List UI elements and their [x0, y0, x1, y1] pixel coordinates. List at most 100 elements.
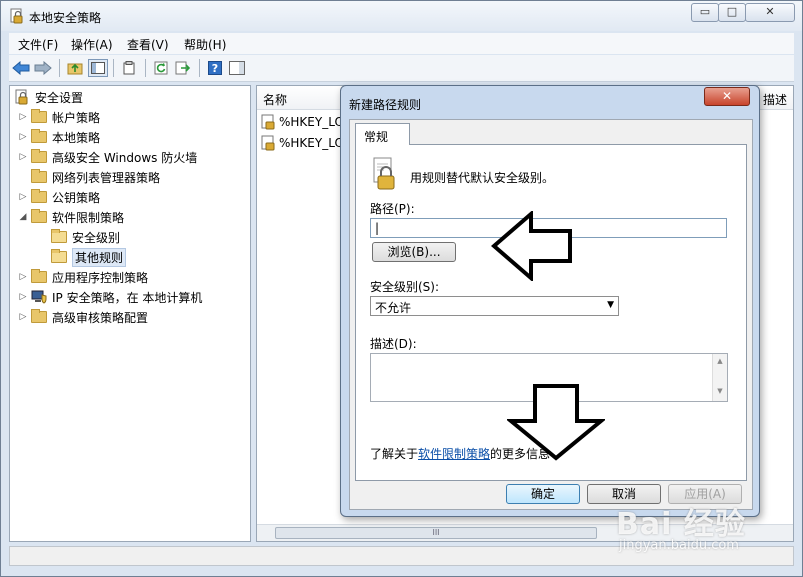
scroll-down-icon[interactable]: ▼	[713, 387, 727, 395]
tree-item-label-selected: 其他规则	[72, 247, 127, 267]
back-arrow-icon[interactable]	[11, 59, 31, 77]
expand-icon[interactable]: ▷	[18, 152, 28, 162]
tree-item-label: 安全级别	[72, 230, 121, 245]
path-rule-icon	[261, 135, 275, 151]
tree-item-public-key-policies[interactable]: ▷ 公钥策略	[18, 188, 100, 206]
expand-icon[interactable]: ▷	[18, 292, 28, 302]
tree-item-security-levels[interactable]: 安全级别	[38, 228, 120, 246]
security-level-label: 安全级别(S):	[370, 280, 440, 294]
learn-more-prefix: 了解关于	[370, 447, 419, 461]
software-restriction-link[interactable]: 软件限制策略	[418, 447, 490, 461]
watermark-brand: Bai 经验	[616, 507, 746, 542]
scroll-up-icon[interactable]: ▲	[713, 357, 727, 365]
refresh-icon[interactable]	[151, 59, 171, 77]
tree-item-label: 应用程序控制策略	[52, 270, 149, 285]
menu-action[interactable]: 操作(A)	[71, 36, 113, 53]
folder-icon	[31, 149, 47, 163]
svg-text:?: ?	[212, 62, 218, 75]
security-level-select[interactable]: 不允许 ▼	[370, 296, 619, 316]
tree-root-label: 安全设置	[35, 90, 84, 105]
maximize-button[interactable]: □	[718, 3, 746, 22]
toolbar: ?	[9, 55, 794, 82]
browse-button[interactable]: 浏览(B)...	[372, 242, 456, 262]
folder-icon	[31, 269, 47, 283]
expand-icon[interactable]: ▷	[18, 192, 28, 202]
tree-item-network-list-manager[interactable]: 网络列表管理器策略	[18, 168, 160, 186]
tree-item-local-policies[interactable]: ▷ 本地策略	[18, 128, 100, 146]
dialog-close-button[interactable]: ✕	[704, 87, 750, 106]
path-rule-icon	[261, 114, 275, 130]
security-level-value: 不允许	[375, 301, 412, 315]
lock-folder-icon	[31, 109, 47, 123]
tree-item-label: 网络列表管理器策略	[52, 170, 161, 185]
watermark-url: jingyan.baidu.com	[619, 538, 739, 553]
title-bar[interactable]: 本地安全策略 ▭ □ ✕	[1, 1, 802, 31]
dropdown-arrow-icon[interactable]: ▼	[607, 300, 614, 310]
properties-icon[interactable]	[119, 59, 139, 77]
tree-item-label: 高级安全 Windows 防火墙	[52, 150, 198, 165]
list-item[interactable]: %HKEY_LO	[261, 134, 344, 152]
down-arrow-annotation-icon	[507, 384, 605, 461]
expand-icon[interactable]: ▷	[18, 272, 28, 282]
intro-text: 用规则替代默认安全级别。	[410, 171, 555, 185]
menu-help[interactable]: 帮助(H)	[184, 36, 226, 53]
description-label: 描述(D):	[370, 337, 417, 351]
collapse-icon[interactable]: ◢	[18, 212, 28, 222]
folder-icon	[51, 249, 67, 263]
tree-item-windows-firewall[interactable]: ▷ 高级安全 Windows 防火墙	[18, 148, 197, 166]
help-icon[interactable]: ?	[205, 59, 225, 77]
toolbar-separator	[113, 59, 114, 77]
vertical-scrollbar[interactable]: ▲ ▼	[712, 354, 727, 401]
forward-arrow-icon[interactable]	[33, 59, 53, 77]
tree-item-label: IP 安全策略，在 本地计算机	[52, 290, 203, 305]
lock-folder-icon	[31, 129, 47, 143]
tree-item-label: 帐户策略	[52, 110, 101, 125]
column-description-header[interactable]: 描述	[763, 91, 787, 108]
list-item-name: %HKEY_LO	[279, 115, 344, 129]
expand-icon[interactable]: ▷	[18, 112, 28, 122]
list-item[interactable]: %HKEY_LO	[261, 113, 344, 131]
security-settings-icon	[15, 89, 28, 105]
dialog-title: 新建路径规则	[349, 98, 422, 112]
tree-root-security-settings[interactable]: 安全设置	[14, 88, 83, 106]
tree-item-software-restriction[interactable]: ◢ 软件限制策略	[18, 208, 124, 226]
tree-item-additional-rules[interactable]: 其他规则	[38, 247, 127, 267]
console-tree: 安全设置 ▷ 帐户策略 ▷ 本地策略 ▷ 高级安全 Windows 防火墙 网络…	[9, 85, 251, 542]
show-hide-tree-icon[interactable]	[88, 59, 108, 77]
menu-file[interactable]: 文件(F)	[18, 36, 58, 53]
toolbar-separator	[199, 59, 200, 77]
expand-icon[interactable]: ▷	[18, 312, 28, 322]
column-name-header[interactable]: 名称	[263, 91, 287, 108]
minimize-button[interactable]: ▭	[691, 3, 719, 22]
expand-icon[interactable]: ▷	[18, 132, 28, 142]
tree-item-advanced-audit[interactable]: ▷ 高级审核策略配置	[18, 308, 148, 326]
menu-bar: 文件(F) 操作(A) 查看(V) 帮助(H)	[9, 33, 794, 54]
tree-item-account-policies[interactable]: ▷ 帐户策略	[18, 108, 100, 126]
export-list-icon[interactable]	[173, 59, 193, 77]
local-security-policy-icon	[10, 8, 23, 24]
tree-item-label: 公钥策略	[52, 190, 101, 205]
tree-item-label: 高级审核策略配置	[52, 310, 149, 325]
show-action-pane-icon[interactable]	[227, 59, 247, 77]
folder-icon	[31, 309, 47, 323]
toolbar-separator	[59, 59, 60, 77]
tree-item-label: 软件限制策略	[52, 210, 125, 225]
lock-document-icon	[373, 157, 395, 190]
tree-item-label: 本地策略	[52, 130, 101, 145]
folder-icon	[31, 169, 47, 183]
tree-item-ip-security[interactable]: ▷ IP 安全策略，在 本地计算机	[18, 288, 202, 306]
scrollbar-thumb[interactable]: III	[275, 527, 597, 539]
menu-view[interactable]: 查看(V)	[127, 36, 169, 53]
ok-button[interactable]: 确定	[506, 484, 580, 504]
path-label: 路径(P):	[370, 202, 415, 216]
up-folder-icon[interactable]	[65, 59, 85, 77]
folder-icon	[31, 189, 47, 203]
folder-icon	[31, 209, 47, 223]
tree-item-app-control[interactable]: ▷ 应用程序控制策略	[18, 268, 148, 286]
left-arrow-annotation-icon	[491, 211, 572, 281]
window-title: 本地安全策略	[29, 11, 102, 25]
toolbar-separator	[145, 59, 146, 77]
tab-general[interactable]: 常规	[355, 123, 410, 145]
computer-shield-icon	[31, 290, 47, 304]
close-button[interactable]: ✕	[745, 3, 795, 22]
